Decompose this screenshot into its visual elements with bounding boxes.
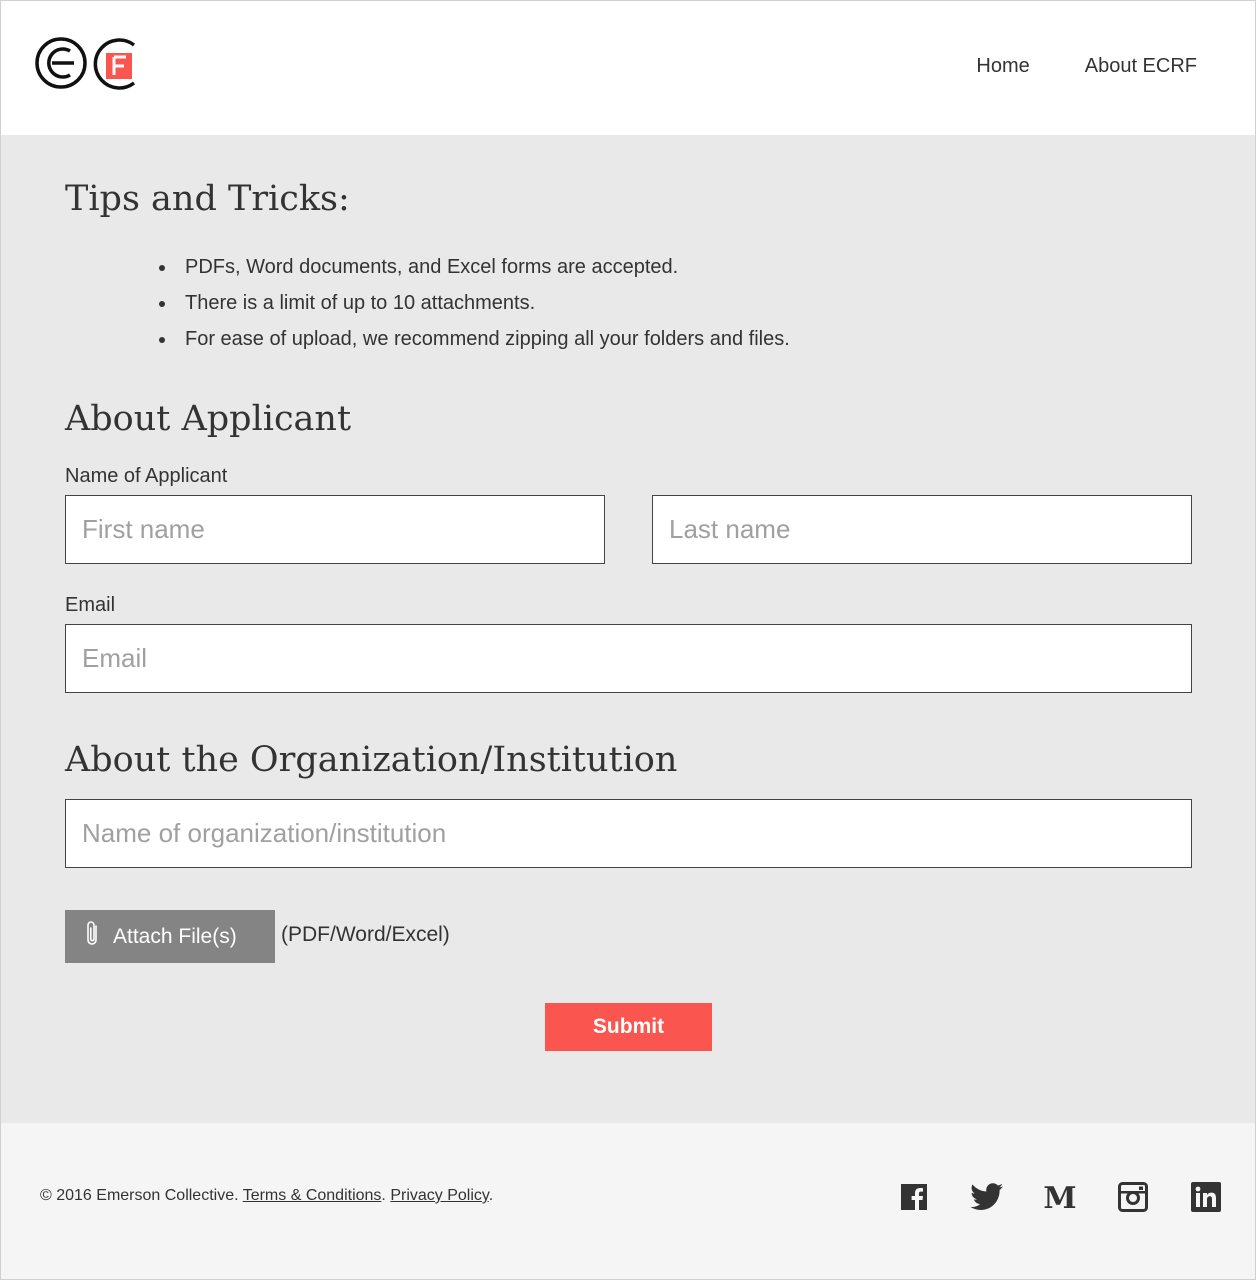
applicant-name-label: Name of Applicant <box>65 465 228 487</box>
submit-button[interactable]: Submit <box>545 1003 712 1051</box>
svg-text:M: M <box>1043 1183 1076 1211</box>
terms-link[interactable]: Terms & Conditions <box>243 1187 382 1204</box>
paperclip-icon <box>81 919 103 955</box>
medium-icon[interactable]: M <box>1042 1179 1078 1215</box>
instagram-icon[interactable] <box>1115 1179 1151 1215</box>
facebook-icon[interactable] <box>896 1179 932 1215</box>
nav-about-link[interactable]: About ECRF <box>1085 55 1197 78</box>
tip-item: There is a limit of up to 10 attachments… <box>159 285 790 321</box>
twitter-icon[interactable] <box>969 1179 1005 1215</box>
organization-name-input[interactable] <box>65 799 1192 868</box>
social-links: M <box>896 1179 1224 1215</box>
tips-heading: Tips and Tricks: <box>65 179 350 219</box>
copyright-notice: © 2016 Emerson Collective. <box>40 1187 239 1204</box>
linkedin-icon[interactable] <box>1188 1179 1224 1215</box>
last-name-input[interactable] <box>652 495 1192 564</box>
copyright-text: © 2016 Emerson Collective. Terms & Condi… <box>40 1187 494 1204</box>
organization-heading: About the Organization/Institution <box>65 740 678 780</box>
first-name-input[interactable] <box>65 495 605 564</box>
attach-files-button[interactable]: Attach File(s) <box>65 910 275 963</box>
tip-item: For ease of upload, we recommend zipping… <box>159 321 790 357</box>
email-input[interactable] <box>65 624 1192 693</box>
ecrf-logo[interactable] <box>34 35 142 93</box>
attach-file-types-note: (PDF/Word/Excel) <box>281 923 450 946</box>
tips-list: PDFs, Word documents, and Excel forms ar… <box>159 249 790 357</box>
site-header: Home About ECRF <box>1 1 1255 135</box>
nav-home-link[interactable]: Home <box>976 55 1029 78</box>
form-section: Tips and Tricks: PDFs, Word documents, a… <box>1 135 1255 1123</box>
site-footer: © 2016 Emerson Collective. Terms & Condi… <box>1 1123 1255 1279</box>
attach-files-label: Attach File(s) <box>113 924 237 948</box>
applicant-heading: About Applicant <box>65 399 352 439</box>
email-label: Email <box>65 594 116 616</box>
privacy-link[interactable]: Privacy Policy <box>390 1187 488 1204</box>
main-nav: Home About ECRF <box>976 55 1197 78</box>
tip-item: PDFs, Word documents, and Excel forms ar… <box>159 249 790 285</box>
